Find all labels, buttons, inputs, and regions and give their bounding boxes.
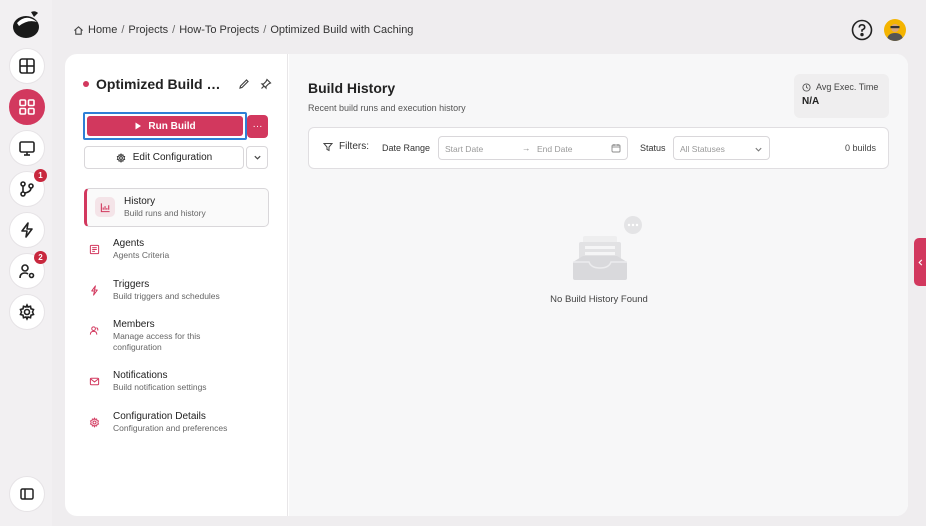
lightning-icon [21, 222, 33, 238]
more-actions-button[interactable]: ··· [247, 115, 268, 138]
chevron-down-icon [253, 155, 261, 160]
edit-configuration-button[interactable]: Edit Configuration [84, 146, 244, 169]
date-range-picker[interactable]: Start Date → End Date [438, 136, 628, 160]
nav-item-title: Configuration Details [113, 411, 206, 422]
chevron-down-icon [755, 147, 762, 152]
avg-exec-time-card: Avg Exec. Time N/A [794, 74, 889, 118]
run-build-button[interactable]: Run Build [87, 116, 243, 136]
sidebar-toggle-button[interactable] [9, 476, 45, 512]
rail-source-control-button[interactable]: 1 [9, 169, 47, 207]
nav-item-subtitle: Build runs and history [124, 208, 206, 218]
nav-item-subtitle: Build triggers and schedules [113, 291, 220, 301]
monitor-icon [19, 141, 35, 156]
nav-item-notifications[interactable]: Notifications Build notification setting… [84, 369, 269, 393]
layout-icon [19, 58, 35, 74]
filters-bar: Filters: Date Range Start Date → End Dat… [308, 127, 889, 169]
nav-item-members[interactable]: Members Manage access for this configura… [84, 318, 269, 353]
help-icon[interactable] [851, 19, 873, 41]
user-avatar-icon [887, 24, 903, 41]
breadcrumb-separator: / [121, 24, 125, 36]
configuration-sidebar: Optimized Build wi... Run Build ··· Edit… [65, 54, 288, 516]
clock-icon [802, 82, 811, 92]
breadcrumb-projects[interactable]: Projects [128, 24, 168, 36]
build-count: 0 builds [844, 143, 876, 153]
breadcrumb-separator: / [172, 24, 176, 36]
user-settings-icon [19, 264, 35, 279]
rail-layout-button[interactable] [9, 48, 45, 84]
configuration-header: Optimized Build wi... [83, 76, 273, 92]
edit-configuration-label: Edit Configuration [132, 152, 213, 163]
edit-configuration-dropdown[interactable] [246, 146, 268, 169]
notification-badge: 2 [34, 251, 47, 264]
left-rail: 1 2 [0, 0, 52, 526]
nav-item-subtitle: Manage access for this configuration [113, 331, 201, 352]
nav-item-triggers[interactable]: Triggers Build triggers and schedules [84, 278, 269, 302]
nav-item-subtitle: Build notification settings [113, 382, 207, 392]
status-dot [83, 81, 89, 87]
nav-item-title: Notifications [113, 370, 168, 381]
configuration-title: Optimized Build wi... [96, 76, 228, 92]
breadcrumb-current: Optimized Build with Caching [270, 24, 414, 36]
build-history-panel: Build History Recent build runs and exec… [289, 54, 908, 516]
rail-users-button[interactable]: 2 [9, 251, 47, 289]
empty-state-message: No Build History Found [550, 294, 648, 305]
settings-icon [84, 412, 104, 432]
nav-item-subtitle: Agents Criteria [113, 250, 170, 260]
breadcrumb: Home / Projects / How-To Projects / Opti… [73, 24, 413, 36]
nav-item-agents[interactable]: Agents Agents Criteria [84, 237, 269, 261]
status-select[interactable]: All Statuses [673, 136, 770, 160]
pin-icon[interactable] [260, 78, 272, 90]
breadcrumb-home[interactable]: Home [88, 24, 117, 36]
grid-icon [19, 99, 35, 115]
git-branch-icon [20, 181, 34, 197]
play-icon [135, 122, 142, 130]
home-icon[interactable] [73, 25, 84, 36]
nav-item-configuration-details[interactable]: Configuration Details Configuration and … [84, 410, 269, 434]
run-build-label: Run Build [148, 120, 196, 132]
filter-icon [323, 142, 333, 151]
mail-icon [84, 371, 104, 391]
avg-exec-time-label: Avg Exec. Time [816, 82, 879, 92]
rail-automation-button[interactable] [9, 212, 45, 248]
nav-item-history[interactable]: History Build runs and history [84, 188, 269, 227]
start-date-field[interactable]: Start Date [445, 144, 483, 154]
gear-icon [19, 303, 35, 321]
nav-item-title: Members [113, 319, 155, 330]
rail-monitor-button[interactable] [9, 130, 45, 166]
agents-icon [84, 239, 104, 259]
end-date-field[interactable]: End Date [537, 144, 572, 154]
empty-inbox-icon [573, 216, 642, 280]
members-icon [84, 320, 104, 340]
range-arrow: → [522, 143, 531, 153]
nav-item-title: History [124, 196, 156, 207]
rail-dashboard-button[interactable] [9, 89, 45, 125]
side-panel-toggle[interactable] [914, 238, 926, 286]
page-title: Build History [308, 80, 396, 96]
more-actions-label: ··· [252, 121, 263, 132]
breadcrumb-how-to-projects[interactable]: How-To Projects [179, 24, 259, 36]
chevron-left-icon [917, 258, 922, 266]
filters-label: Filters: [339, 141, 369, 152]
avatar[interactable] [884, 19, 906, 41]
page-subtitle: Recent build runs and execution history [308, 103, 466, 113]
run-build-focus-ring: Run Build [83, 112, 247, 140]
lightning-icon [84, 280, 104, 300]
status-label: Status [640, 143, 666, 153]
avg-exec-time-value: N/A [802, 96, 820, 107]
nav-item-subtitle: Configuration and preferences [113, 423, 228, 433]
chart-icon [95, 197, 115, 217]
logo-icon[interactable] [11, 9, 41, 39]
nav-item-title: Agents [113, 238, 145, 249]
edit-pencil-icon[interactable] [238, 78, 250, 90]
rail-settings-button[interactable] [9, 294, 45, 330]
status-select-value: All Statuses [680, 144, 725, 154]
notification-badge: 1 [34, 169, 47, 182]
calendar-icon[interactable] [611, 143, 621, 153]
configuration-card: Optimized Build wi... Run Build ··· Edit… [65, 54, 908, 516]
date-range-label: Date Range [382, 143, 431, 153]
gear-icon [116, 152, 126, 163]
breadcrumb-separator: / [263, 24, 267, 36]
sidebar-toggle-icon [20, 488, 34, 500]
nav-item-title: Triggers [113, 279, 150, 290]
